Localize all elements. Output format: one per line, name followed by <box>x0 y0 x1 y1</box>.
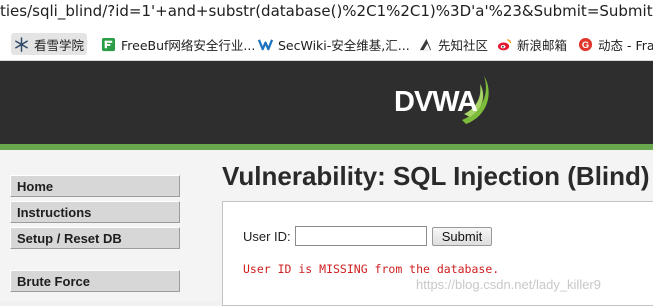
user-id-label: User ID: <box>243 229 291 244</box>
xianzhi-icon <box>419 38 432 50</box>
address-bar[interactable]: ties/sqli_blind/?id=1'+and+substr(databa… <box>0 0 653 26</box>
bookmark-label: 新浪邮箱 <box>517 37 568 53</box>
bookmark-freebuf[interactable]: FreeBuf网络安全行业... <box>101 35 255 53</box>
bookmark-dynamic[interactable]: G 动态 - Fra <box>578 35 653 53</box>
menu-item-home[interactable]: Home <box>10 175 180 197</box>
freebuf-icon <box>101 37 116 51</box>
page-title: Vulnerability: SQL Injection (Blind) <box>222 161 650 191</box>
menu-item-instructions[interactable]: Instructions <box>10 201 180 223</box>
submit-button[interactable]: Submit <box>432 227 492 246</box>
bookmark-sina-mail[interactable]: 新浪邮箱 <box>497 35 567 53</box>
svg-text:G: G <box>582 39 589 49</box>
bookmark-secwiki[interactable]: SecWiki-安全维基,汇... <box>258 35 410 53</box>
watermark: https://blog.csdn.net/lady_killer9 <box>416 277 601 292</box>
bookmark-label: FreeBuf网络安全行业... <box>121 37 256 53</box>
weibo-icon <box>497 38 512 50</box>
content-area: Home Instructions Setup / Reset DB Brute… <box>0 150 653 306</box>
bookmark-kanxue[interactable]: 看雪学院 <box>11 33 88 55</box>
url-text[interactable]: ties/sqli_blind/?id=1'+and+substr(databa… <box>0 2 653 20</box>
snowflake-icon <box>15 36 28 52</box>
error-message: User ID is MISSING from the database. <box>243 262 500 276</box>
bookmark-label: SecWiki-安全维基,汇... <box>278 37 410 53</box>
menu-item-brute-force[interactable]: Brute Force <box>10 270 180 292</box>
logo-text: DVWA <box>394 86 478 118</box>
secwiki-icon <box>258 38 273 50</box>
bookmark-label: 先知社区 <box>438 37 489 53</box>
dvwa-logo: DVWA <box>394 76 489 124</box>
bookmarks-bar: 看雪学院 FreeBuf网络安全行业... SecWiki-安全维基,汇... … <box>0 26 653 61</box>
user-id-input[interactable] <box>295 226 427 246</box>
dvwa-header: DVWA <box>0 61 653 150</box>
bookmark-label: 动态 - Fra <box>598 37 653 53</box>
dynamic-icon: G <box>578 37 593 51</box>
menu-item-setup-reset-db[interactable]: Setup / Reset DB <box>10 227 180 249</box>
bookmark-xianzhi[interactable]: 先知社区 <box>418 35 488 53</box>
bookmark-label: 看雪学院 <box>34 37 85 53</box>
